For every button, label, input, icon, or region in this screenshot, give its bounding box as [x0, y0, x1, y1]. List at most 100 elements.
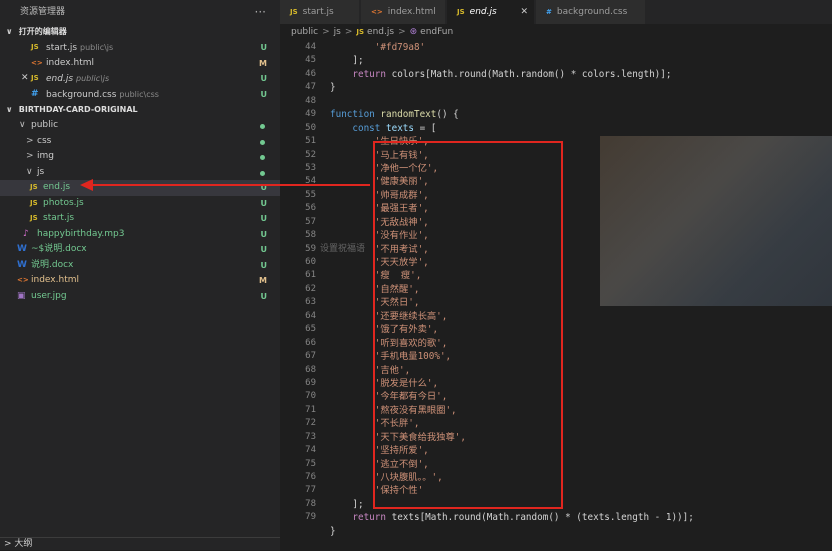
line-number: 49 [305, 109, 316, 120]
line-number: 63 [305, 297, 316, 308]
code-line: return texts[Math.round(Math.random() * … [330, 511, 832, 524]
line-number: 79 [305, 512, 316, 523]
line-number: 52 [305, 149, 316, 160]
tab-index-html[interactable]: <> index.html [361, 0, 446, 24]
breadcrumb-item[interactable]: public [291, 27, 318, 37]
code-keyword: function [330, 109, 375, 121]
line-number-gutter: 44 45 46 47 48 49 50 51 52 53 54 55 56 57 58 59 60 61 62 63… [280, 41, 316, 525]
line-number: 68 [305, 364, 316, 375]
tree-file-end-js[interactable]: JS end.js U [0, 180, 280, 196]
line-number: 57 [305, 216, 316, 227]
chevron-right-icon: > [26, 135, 34, 146]
tree-item-label: css [37, 135, 52, 146]
git-status-badge: M [259, 276, 267, 285]
line-number: 45 [305, 55, 316, 66]
git-status-badge: M [259, 58, 267, 68]
open-editor-item[interactable]: # background.css public\css U [0, 87, 280, 103]
js-file-icon: JS [457, 8, 465, 16]
tab-start-js[interactable]: JS start.js [280, 0, 360, 24]
status-dot [260, 124, 265, 129]
git-status-badge: U [260, 89, 268, 99]
tree-item-label: img [37, 151, 54, 161]
tree-item-label: index.html [31, 275, 79, 285]
code-line: return colors[Math.round(Math.random() *… [330, 68, 832, 81]
status-dot [260, 155, 265, 160]
explorer-title: 资源管理器 ··· [0, 0, 280, 24]
code-line: } [330, 525, 832, 538]
breadcrumb-item[interactable]: js [334, 27, 341, 37]
tab-background-css[interactable]: # background.css [536, 0, 646, 24]
git-status-badge: U [260, 43, 268, 52]
line-number: 71 [305, 404, 316, 415]
close-icon[interactable]: ✕ [21, 71, 29, 87]
word-file-icon: W [17, 244, 27, 254]
tree-item-label: photos.js [43, 197, 84, 208]
annotation-arrow-head [80, 179, 93, 191]
html-file-icon: <> [31, 58, 43, 67]
line-number: 73 [305, 431, 316, 442]
tree-file-start-js[interactable]: JS start.js U [0, 211, 280, 227]
html-file-icon: <> [371, 8, 383, 16]
line-number: 69 [305, 377, 316, 388]
line-number: 53 [305, 162, 316, 173]
tree-file-mp3[interactable]: ♪ happybirthday.mp3 U [0, 227, 280, 243]
project-header[interactable]: ∨ BIRTHDAY-CARD-ORIGINAL [0, 102, 280, 118]
tree-folder-css[interactable]: > css [0, 134, 280, 150]
line-number: 74 [305, 445, 316, 456]
line-number: 46 [305, 68, 316, 79]
code-text: texts[Math.round(Math.random() * (texts.… [391, 512, 694, 524]
tree-folder-js[interactable]: ∨ js [0, 165, 280, 181]
git-status-badge: U [260, 260, 268, 270]
chevron-down-icon: ∨ [26, 166, 33, 177]
chevron-down-icon: ∨ [19, 120, 26, 130]
git-status-badge: U [260, 198, 268, 208]
breadcrumb-item[interactable]: endFun [420, 27, 453, 37]
tree-file-index-html[interactable]: <> index.html M [0, 273, 280, 289]
code-text: ]; [352, 55, 364, 67]
line-number: 78 [305, 498, 316, 509]
code-line: ]; [330, 54, 832, 67]
code-text: } [330, 82, 336, 94]
tree-folder-public[interactable]: ∨ public [0, 118, 280, 134]
close-icon[interactable]: ✕ [520, 0, 528, 24]
tree-file-photos-js[interactable]: JS photos.js U [0, 196, 280, 212]
code-keyword: return [352, 68, 386, 80]
css-file-icon: # [546, 8, 552, 16]
chevron-right-icon: > [322, 27, 330, 37]
breadcrumb-item[interactable]: end.js [367, 27, 394, 37]
open-editor-item[interactable]: JS start.js public\js U [0, 40, 280, 56]
status-dot [260, 170, 265, 176]
more-actions-icon[interactable]: ··· [255, 0, 266, 24]
js-file-icon: JS [290, 8, 298, 16]
tree-item-label: ~$说明.docx [31, 244, 87, 254]
tree-file-user-jpg[interactable]: ▣ user.jpg U [0, 289, 280, 305]
line-number: 44 [305, 42, 316, 52]
line-number: 61 [305, 270, 316, 281]
outline-section-header[interactable]: > 大纲 [0, 537, 280, 550]
tree-file-docx[interactable]: W 说明.docx U [0, 258, 280, 274]
line-number: 51 [305, 136, 316, 147]
line-number: 66 [305, 337, 316, 348]
open-editor-name: index.html [46, 57, 94, 68]
annotation-arrow-line [92, 184, 370, 186]
tab-end-js[interactable]: JS end.js ✕ [447, 0, 535, 24]
line-number: 72 [305, 418, 316, 429]
tree-file-temp-docx[interactable]: W ~$说明.docx U [0, 242, 280, 258]
tree-folder-img[interactable]: > img [0, 149, 280, 165]
code-string: '#fd79a8' [374, 42, 426, 53]
line-number: 77 [305, 485, 316, 496]
tree-item-label: public [31, 120, 59, 130]
open-editor-item[interactable]: <> index.html M [0, 56, 280, 72]
open-editors-header[interactable]: ∨ 打开的编辑器 [0, 24, 280, 40]
line-number: 47 [305, 82, 316, 93]
word-file-icon: W [17, 259, 27, 270]
line-number: 58 [305, 230, 316, 241]
open-editor-item-active[interactable]: ✕ JS end.js public\js U [0, 71, 280, 87]
tab-label: end.js [469, 7, 497, 17]
line-number: 50 [305, 122, 316, 133]
code-line: function randomText() { [330, 109, 459, 121]
function-icon: ⊛ [409, 27, 418, 37]
ghost-overlay-text: 设置祝福语 [320, 244, 366, 254]
html-file-icon: <> [17, 276, 29, 284]
git-status-badge: U [260, 245, 268, 254]
